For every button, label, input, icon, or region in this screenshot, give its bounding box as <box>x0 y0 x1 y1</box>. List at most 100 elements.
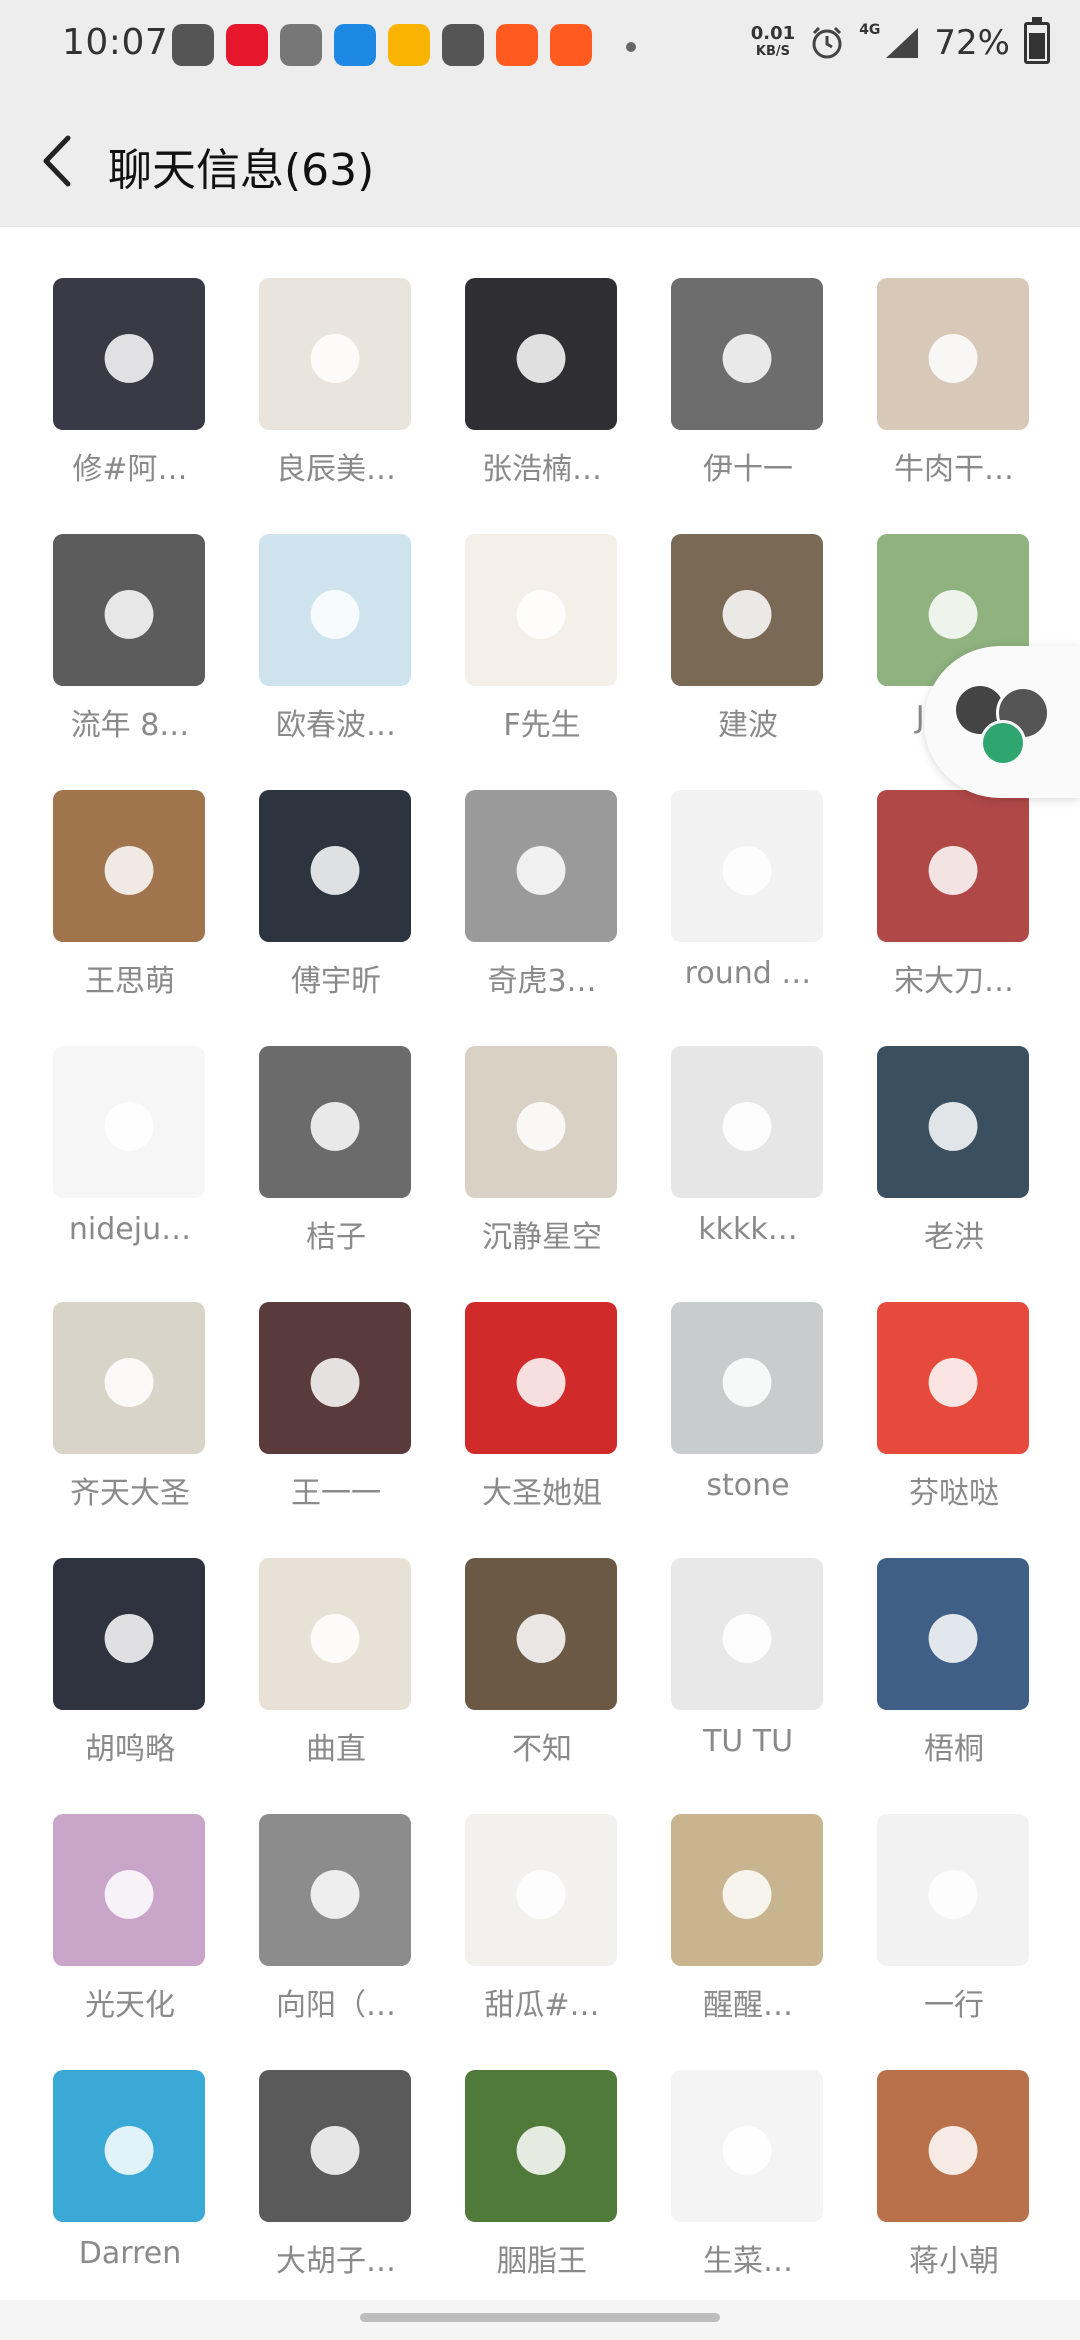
member-item[interactable]: ● 醒醒… <box>658 1762 838 2023</box>
member-avatar: ● <box>53 2070 205 2222</box>
battery-percent: 72% <box>934 23 1010 63</box>
member-item[interactable]: ● 王思萌 <box>40 738 220 999</box>
member-avatar: ● <box>465 1302 617 1454</box>
member-item[interactable]: ● 不知 <box>452 1506 632 1767</box>
member-item[interactable]: ● 蒋小朝 <box>864 2018 1044 2279</box>
member-avatar: ● <box>671 2070 823 2222</box>
member-avatar: ● <box>671 1814 823 1966</box>
member-avatar: ● <box>671 1558 823 1710</box>
member-item[interactable]: ● F先生 <box>452 482 632 743</box>
member-item[interactable]: ● 良辰美… <box>246 226 426 487</box>
member-name: stone <box>706 1468 790 1503</box>
person-icon: ● <box>101 1085 157 1159</box>
member-item[interactable]: ● 张浩楠… <box>452 226 632 487</box>
member-item[interactable]: ● 沉静星空 <box>452 994 632 1255</box>
member-name: 蒋小朝 <box>909 2244 999 2279</box>
member-avatar: ● <box>465 790 617 942</box>
member-item[interactable]: ● 伊十一 <box>658 226 838 487</box>
document-icon <box>280 24 322 66</box>
person-icon: ● <box>307 1597 363 1671</box>
network-speed-value: 0.01 <box>750 23 796 44</box>
person-icon: ● <box>307 317 363 391</box>
telegram-like-icon <box>172 24 214 66</box>
member-item[interactable]: ● 傅宇昕 <box>246 738 426 999</box>
member-avatar: ● <box>53 1558 205 1710</box>
member-avatar: ● <box>53 534 205 686</box>
person-icon: ● <box>925 2109 981 2183</box>
member-item[interactable]: ● 胭脂王 <box>452 2018 632 2279</box>
floating-window-bubble[interactable] <box>924 646 1080 798</box>
member-avatar: ● <box>53 1302 205 1454</box>
member-item[interactable]: ● 老洪 <box>864 994 1044 1255</box>
person-icon: ● <box>307 1085 363 1159</box>
member-avatar: ● <box>671 534 823 686</box>
person-icon: ● <box>513 2109 569 2183</box>
person-icon: ● <box>101 1341 157 1415</box>
member-avatar: ● <box>465 1558 617 1710</box>
member-name: 大胡子… <box>276 2244 396 2279</box>
back-arrow-icon[interactable] <box>34 134 80 188</box>
member-item[interactable]: ● kkkk… <box>658 994 838 1247</box>
member-item[interactable]: ● 曲直 <box>246 1506 426 1767</box>
member-item[interactable]: ● Darren <box>40 2018 220 2271</box>
member-avatar: ● <box>877 1302 1029 1454</box>
member-avatar: ● <box>53 1814 205 1966</box>
person-icon: ● <box>719 829 775 903</box>
member-item[interactable]: ● 生菜… <box>658 2018 838 2279</box>
member-item[interactable]: ● 胡鸣略 <box>40 1506 220 1767</box>
home-indicator[interactable] <box>360 2313 720 2322</box>
person-icon: ● <box>101 829 157 903</box>
member-name: round … <box>684 956 812 991</box>
member-item[interactable]: ● 向阳（… <box>246 1762 426 2023</box>
person-icon: ● <box>307 2109 363 2183</box>
member-item[interactable]: ● 修#阿… <box>40 226 220 487</box>
member-item[interactable]: ● 甜瓜#… <box>452 1762 632 2023</box>
member-avatar: ● <box>465 278 617 430</box>
weibo-icon <box>226 24 268 66</box>
member-item[interactable]: ● 大胡子… <box>246 2018 426 2279</box>
member-item[interactable]: ● 一行 <box>864 1762 1044 2023</box>
member-avatar: ● <box>53 278 205 430</box>
member-item[interactable]: ● 王一一 <box>246 1250 426 1511</box>
member-item[interactable]: ● 建波 <box>658 482 838 743</box>
signal-icon <box>886 28 919 58</box>
alarm-icon <box>812 26 842 59</box>
page-title: 聊天信息(63) <box>108 145 375 196</box>
member-name: TU TU <box>702 1724 794 1759</box>
h-app-icon <box>334 24 376 66</box>
member-item[interactable]: ● 齐天大圣 <box>40 1250 220 1511</box>
member-avatar: ● <box>465 1814 617 1966</box>
person-icon: ● <box>513 1853 569 1927</box>
person-icon: ● <box>719 1341 775 1415</box>
member-item[interactable]: ● nideju… <box>40 994 220 1247</box>
person-icon: ● <box>719 1853 775 1927</box>
member-avatar: ● <box>877 1814 1029 1966</box>
person-icon: ● <box>925 1341 981 1415</box>
orange-app-icon <box>496 24 538 66</box>
member-avatar: ● <box>465 2070 617 2222</box>
member-item[interactable]: ● 奇虎3… <box>452 738 632 999</box>
member-item[interactable]: ● 大圣她姐 <box>452 1250 632 1511</box>
member-item[interactable]: ● 欧春波… <box>246 482 426 743</box>
person-icon: ● <box>307 1341 363 1415</box>
status-time: 10:07 <box>62 22 169 63</box>
network-speed: 0.01 KB/S <box>751 25 795 61</box>
member-item[interactable]: ● TU TU <box>658 1506 838 1759</box>
person-icon: ● <box>925 1597 981 1671</box>
member-item[interactable]: ● 芬哒哒 <box>864 1250 1044 1511</box>
more-notifications-dot-icon <box>626 42 636 52</box>
member-item[interactable]: ● 桔子 <box>246 994 426 1255</box>
status-right: 0.01 KB/S 4G 72% <box>751 17 1050 64</box>
member-item[interactable]: ● round … <box>658 738 838 991</box>
member-item[interactable]: ● 牛肉干… <box>864 226 1044 487</box>
member-avatar: ● <box>259 278 411 430</box>
person-icon: ● <box>101 1597 157 1671</box>
member-item[interactable]: ● stone <box>658 1250 838 1503</box>
member-item[interactable]: ● 光天化 <box>40 1762 220 2023</box>
member-avatar: ● <box>877 1046 1029 1198</box>
member-item[interactable]: ● 流年 8… <box>40 482 220 743</box>
header-bar: 聊天信息(63) <box>0 96 1080 227</box>
person-icon: ● <box>719 2109 775 2183</box>
member-item[interactable]: ● 梧桐 <box>864 1506 1044 1767</box>
person-icon: ● <box>307 573 363 647</box>
